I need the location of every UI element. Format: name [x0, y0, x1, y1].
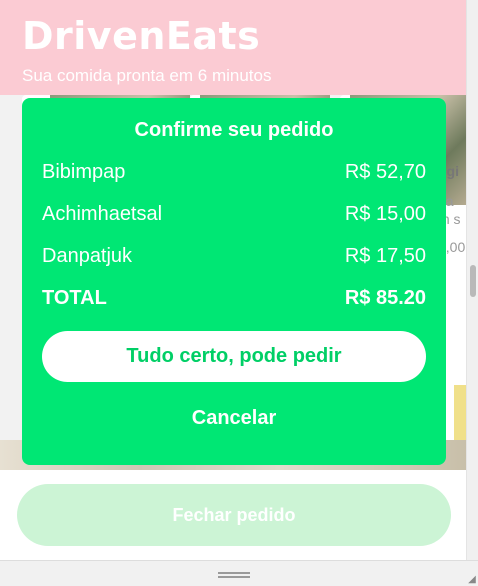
window-bottom-bar [0, 560, 478, 586]
scrollbar-thumb[interactable] [470, 265, 476, 297]
vertical-scrollbar[interactable] [466, 0, 478, 586]
order-total-price: R$ 85.20 [344, 287, 426, 309]
app-logo: DrivenEats [22, 14, 261, 58]
order-item-name: Danpatjuk [42, 245, 133, 267]
app-viewport: DrivenEats Sua comida pronta em 6 minuto… [0, 0, 466, 560]
order-item-price: R$ 52,70 [344, 161, 426, 183]
close-order-button[interactable]: Fechar pedido [17, 484, 451, 546]
order-item-name: Achimhaetsal [42, 203, 163, 225]
order-total-row: TOTAL R$ 85.20 [42, 287, 426, 315]
order-total-label: TOTAL [42, 287, 107, 309]
order-item-name: Bibimpap [42, 161, 126, 183]
cancel-button[interactable]: Cancelar [22, 404, 446, 432]
footer-bar: Fechar pedido [0, 470, 466, 560]
app-subtitle: Sua comida pronta em 6 minutos [22, 66, 272, 85]
order-item-row: Danpatjuk R$ 17,50 [42, 245, 426, 273]
modal-title: Confirme seu pedido [134, 119, 334, 141]
order-item-price: R$ 15,00 [344, 203, 426, 225]
order-item-row: Bibimpap R$ 52,70 [42, 161, 426, 189]
resize-corner-icon[interactable]: ◢ [466, 574, 478, 586]
app-header: DrivenEats Sua comida pronta em 6 minuto… [0, 0, 466, 95]
confirm-order-modal: Confirme seu pedido Bibimpap R$ 52,70 Ac… [22, 98, 446, 465]
order-item-row: Achimhaetsal R$ 15,00 [42, 203, 426, 231]
order-item-price: R$ 17,50 [344, 245, 426, 267]
confirm-order-button[interactable]: Tudo certo, pode pedir [42, 331, 426, 382]
grip-lines-icon[interactable] [218, 572, 250, 578]
